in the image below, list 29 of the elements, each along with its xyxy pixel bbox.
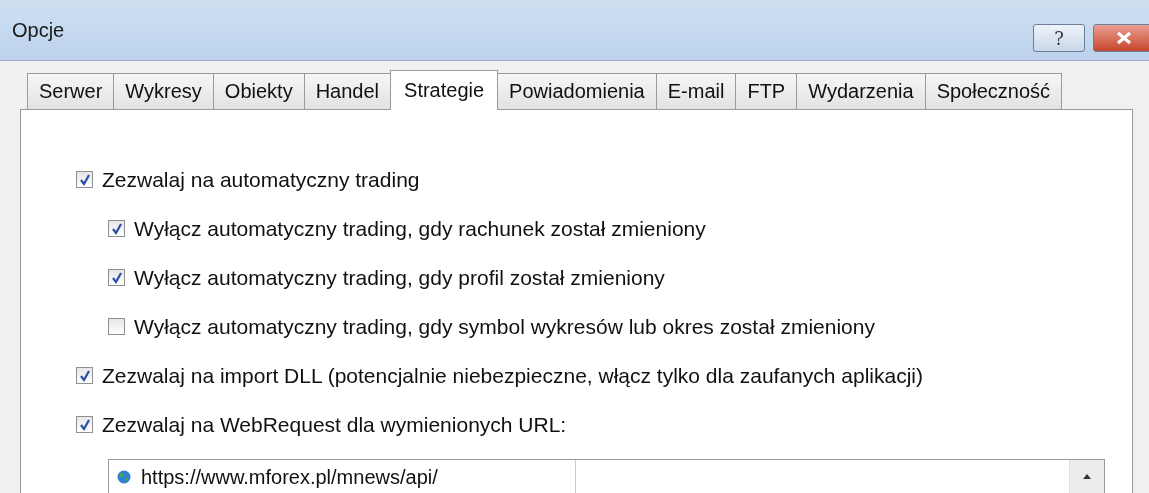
close-button[interactable]	[1093, 24, 1149, 52]
option-label: Zezwalaj na WebRequest dla wymienionych URL:	[102, 412, 567, 437]
window-title: Opcje	[12, 18, 65, 42]
scroll-up-icon	[1081, 472, 1093, 480]
tab[interactable]: Serwer	[27, 73, 115, 109]
url-text: https://www.mforex.pl/mnews/api/	[141, 465, 439, 489]
option-label: Zezwalaj na automatyczny trading	[102, 167, 420, 192]
tab[interactable]: Wydarzenia	[796, 73, 926, 109]
option-label: Wyłącz automatyczny trading, gdy profil został zmieniony	[134, 265, 665, 290]
close-icon	[1115, 31, 1133, 45]
tab[interactable]: FTP	[735, 73, 798, 109]
tab[interactable]: Strategie	[390, 70, 499, 110]
checkbox[interactable]	[108, 269, 125, 286]
tab[interactable]: E-mail	[655, 73, 737, 109]
option-label: Zezwalaj na import DLL (potencjalnie niebezpieczne, włącz tylko dla zaufanych aplikacji)	[102, 363, 923, 388]
checkbox[interactable]	[76, 367, 93, 384]
checkbox[interactable]	[76, 416, 93, 433]
tab[interactable]: Powiadomienia	[497, 73, 657, 109]
help-button[interactable]: ?	[1033, 24, 1085, 52]
tab[interactable]: Handel	[303, 73, 392, 109]
checkbox[interactable]	[108, 220, 125, 237]
tab[interactable]: Obiekty	[212, 73, 305, 109]
tab[interactable]: Wykresy	[113, 73, 214, 109]
checkbox[interactable]	[76, 171, 93, 188]
option-label: Wyłącz automatyczny trading, gdy rachunek został zmieniony	[134, 216, 706, 241]
tab[interactable]: Społeczność	[924, 73, 1063, 109]
globe-icon	[117, 470, 131, 484]
option-label: Wyłącz automatyczny trading, gdy symbol wykresów lub okres został zmieniony	[134, 314, 875, 339]
checkbox[interactable]	[108, 318, 125, 335]
